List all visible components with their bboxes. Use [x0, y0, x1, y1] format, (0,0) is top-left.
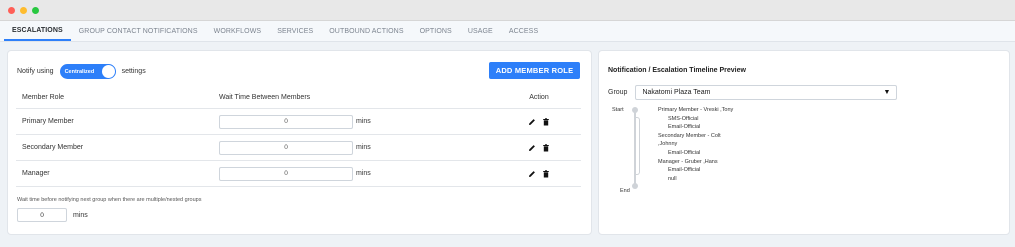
- pencil-icon[interactable]: [528, 144, 536, 152]
- group-select-row: Group Nakatomi Plaza Team ▼: [608, 85, 898, 100]
- escalation-timeline: Start End Primary Member - Vreski ,Tony …: [608, 107, 988, 207]
- tab-access[interactable]: ACCESS: [501, 21, 546, 41]
- table-row: Primary Member 0 mins: [16, 109, 581, 135]
- timeline-end-label: End: [620, 188, 630, 194]
- wait-unit-label: mins: [356, 118, 371, 125]
- trash-icon[interactable]: [542, 143, 550, 152]
- toggle-knob: [101, 65, 115, 78]
- preview-title: Notification / Escalation Timeline Previ…: [608, 67, 746, 74]
- header-member-role: Member Role: [22, 94, 65, 101]
- trash-icon[interactable]: [542, 117, 550, 126]
- caret-down-icon: ▼: [883, 89, 891, 96]
- notify-prefix-label: Notify using: [17, 68, 54, 75]
- group-wait-note: Wait time before notifying next group wh…: [17, 197, 202, 203]
- tab-escalations[interactable]: ESCALATIONS: [4, 21, 71, 41]
- table-row: Secondary Member 0 mins: [16, 135, 581, 161]
- wait-time-cell: 0 mins: [219, 140, 497, 155]
- action-cell: [497, 169, 581, 178]
- tab-outbound-actions[interactable]: OUTBOUND ACTIONS: [321, 21, 411, 41]
- main-content: Notify using Centralized settings ADD ME…: [0, 50, 1015, 247]
- tab-options[interactable]: OPTIONS: [412, 21, 460, 41]
- wait-time-cell: 0 mins: [219, 114, 497, 129]
- timeline-entry: null: [668, 175, 677, 182]
- timeline-entry: Email-Official: [668, 149, 701, 156]
- wait-time-cell: 0 mins: [219, 166, 497, 181]
- member-role-cell: Secondary Member: [22, 144, 84, 151]
- minimize-window-button[interactable]: [20, 6, 27, 14]
- wait-unit-label: mins: [356, 170, 371, 177]
- notify-settings-row: Notify using Centralized settings: [17, 64, 146, 79]
- timeline-entry: Email-Official: [668, 124, 701, 131]
- wait-unit-label: mins: [356, 144, 371, 151]
- member-role-cell: Manager: [22, 170, 50, 177]
- group-wait-row: 0 mins: [17, 208, 88, 222]
- timeline-preview-panel: Notification / Escalation Timeline Previ…: [598, 50, 1010, 235]
- timeline-end-dot: [632, 183, 638, 189]
- tab-workflows[interactable]: WORKFLOWS: [206, 21, 270, 41]
- group-wait-unit: mins: [73, 211, 88, 219]
- wait-time-input[interactable]: 0: [219, 166, 353, 181]
- timeline-entries: Primary Member - Vreski ,Tony SMS-Offici…: [658, 106, 733, 183]
- add-member-role-button[interactable]: ADD MEMBER ROLE: [489, 62, 580, 79]
- timeline-entry: Secondary Member - Colt: [658, 132, 721, 139]
- notify-suffix-label: settings: [121, 68, 146, 75]
- maximize-window-button[interactable]: [32, 6, 39, 14]
- header-wait-time: Wait Time Between Members: [219, 94, 311, 101]
- timeline-start-label: Start: [612, 107, 624, 113]
- close-window-button[interactable]: [8, 6, 15, 14]
- timeline-bracket: [636, 117, 640, 175]
- timeline-entry: Primary Member - Vreski ,Tony: [658, 107, 734, 113]
- timeline-entry: Manager - Gruber ,Hans: [658, 158, 718, 165]
- pencil-icon[interactable]: [528, 170, 536, 178]
- header-action: Action: [529, 94, 549, 101]
- timeline-start-dot: [632, 107, 638, 113]
- wait-time-input[interactable]: 0: [219, 114, 353, 129]
- tab-bar: ESCALATIONS GROUP CONTACT NOTIFICATIONS …: [0, 21, 1015, 42]
- centralized-toggle[interactable]: Centralized: [59, 64, 116, 79]
- member-role-cell: Primary Member: [22, 118, 74, 125]
- tab-group-contact-notifications[interactable]: GROUP CONTACT NOTIFICATIONS: [71, 21, 206, 41]
- member-role-table: Member Role Wait Time Between Members Ac…: [16, 87, 581, 187]
- group-select[interactable]: Nakatomi Plaza Team ▼: [635, 85, 898, 100]
- window-titlebar: [0, 0, 1015, 21]
- pencil-icon[interactable]: [528, 118, 536, 126]
- escalation-panel: Notify using Centralized settings ADD ME…: [7, 50, 592, 235]
- tab-usage[interactable]: USAGE: [460, 21, 501, 41]
- action-cell: [497, 117, 581, 126]
- table-row: Manager 0 mins: [16, 161, 581, 187]
- group-wait-input[interactable]: 0: [17, 208, 67, 222]
- timeline-entry: SMS-Official: [668, 115, 699, 122]
- timeline-entry: ,Johnny: [658, 141, 678, 148]
- table-header: Member Role Wait Time Between Members Ac…: [16, 87, 581, 109]
- group-label: Group: [608, 89, 628, 96]
- trash-icon[interactable]: [542, 169, 550, 178]
- timeline-entry: Email-Official: [668, 167, 701, 174]
- toggle-label: Centralized: [64, 68, 95, 75]
- action-cell: [497, 143, 581, 152]
- tab-services[interactable]: SERVICES: [269, 21, 321, 41]
- group-select-value: Nakatomi Plaza Team: [642, 89, 711, 96]
- wait-time-input[interactable]: 0: [219, 140, 353, 155]
